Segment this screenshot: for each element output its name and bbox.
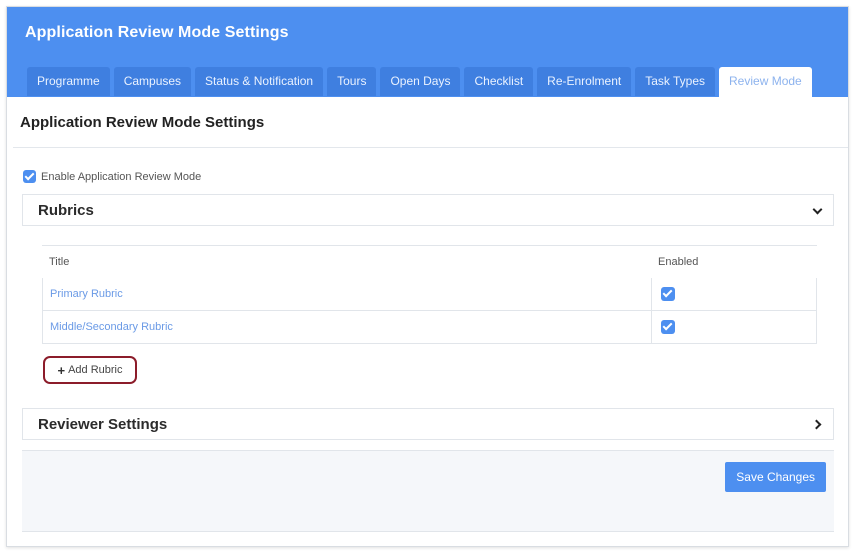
tab-task-types[interactable]: Task Types <box>635 67 716 96</box>
reviewer-settings-panel-header[interactable]: Reviewer Settings <box>22 408 834 440</box>
table-row: Middle/Secondary Rubric <box>42 311 817 344</box>
settings-window: Application Review Mode Settings Program… <box>6 6 849 547</box>
tab-open-days[interactable]: Open Days <box>380 67 461 96</box>
chevron-down-icon[interactable] <box>812 204 823 215</box>
form-footer: Save Changes <box>22 450 834 532</box>
tab-checklist[interactable]: Checklist <box>464 67 534 96</box>
table-header: Title Enabled <box>42 245 817 278</box>
rubrics-panel-header[interactable]: Rubrics <box>22 194 834 226</box>
enabled-cell <box>652 278 675 310</box>
plus-icon: + <box>57 362 66 378</box>
tab-status-notification[interactable]: Status & Notification <box>195 67 324 96</box>
enabled-cell <box>652 311 675 343</box>
rubric-title-link[interactable]: Middle/Secondary Rubric <box>43 311 652 343</box>
section-title: Application Review Mode Settings <box>20 114 265 131</box>
add-rubric-label: Add Rubric <box>68 364 123 376</box>
save-changes-button[interactable]: Save Changes <box>725 462 826 492</box>
add-rubric-button[interactable]: + Add Rubric <box>43 356 137 384</box>
header-title: Application Review Mode Settings <box>25 24 289 41</box>
tab-bar: Programme Campuses Status & Notification… <box>27 67 812 97</box>
tab-programme[interactable]: Programme <box>27 67 110 96</box>
rubrics-panel-title: Rubrics <box>38 202 94 219</box>
reviewer-settings-title: Reviewer Settings <box>38 416 168 433</box>
enable-review-mode-checkbox[interactable] <box>23 170 36 183</box>
rubric-enabled-checkbox[interactable] <box>661 320 675 334</box>
tab-tours[interactable]: Tours <box>327 67 377 96</box>
page-header: Application Review Mode Settings Program… <box>7 7 848 97</box>
enable-review-mode-label: Enable Application Review Mode <box>41 170 202 183</box>
column-header-enabled: Enabled <box>658 256 699 268</box>
tab-campuses[interactable]: Campuses <box>113 67 192 96</box>
tab-re-enrolment[interactable]: Re-Enrolment <box>537 67 632 96</box>
table-row: Primary Rubric <box>42 278 817 311</box>
chevron-right-icon[interactable] <box>811 419 822 430</box>
column-header-title: Title <box>49 256 70 268</box>
enable-review-mode-row[interactable]: Enable Application Review Mode <box>23 170 201 183</box>
tab-review-mode[interactable]: Review Mode <box>719 67 812 97</box>
divider <box>13 147 848 148</box>
rubric-enabled-checkbox[interactable] <box>661 287 675 301</box>
rubric-title-link[interactable]: Primary Rubric <box>43 278 652 310</box>
rubrics-table: Title Enabled Primary Rubric Middle/Seco… <box>42 245 817 344</box>
